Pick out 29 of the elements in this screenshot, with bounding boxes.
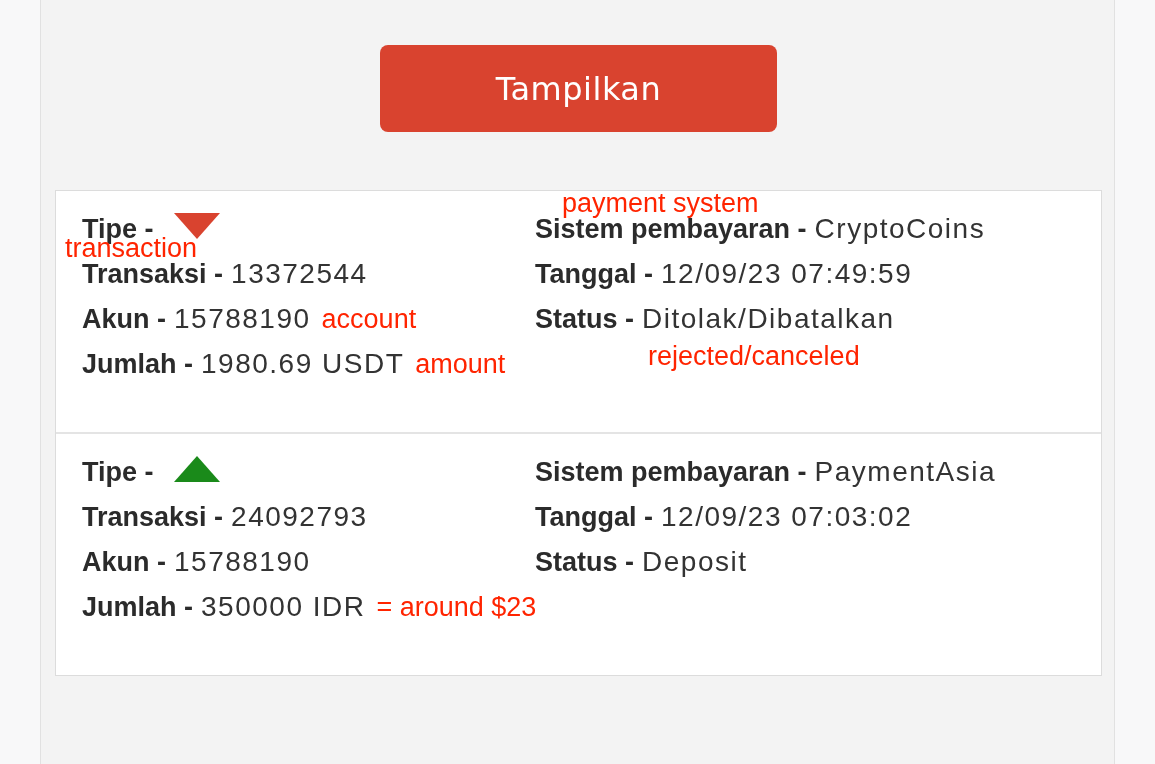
annotation-text: rejected/canceled: [648, 341, 860, 372]
field-value: CryptoCoins: [814, 213, 986, 246]
field-label: Transaksi -: [82, 258, 224, 290]
field-value: Deposit: [642, 546, 748, 579]
field-label: Status -: [535, 303, 634, 335]
field-value: 1980.69 USDT: [201, 348, 405, 381]
field-value: Ditolak/Dibatalkan: [642, 303, 895, 336]
field-label: Tanggal -: [535, 501, 653, 533]
field-label: Tipe -: [82, 456, 154, 488]
field-value: 12/09/23 07:49:59: [661, 258, 913, 291]
field-value: 24092793: [231, 501, 368, 534]
field-label: Sistem pembayaran -: [535, 456, 807, 488]
field-value: 15788190: [174, 546, 311, 579]
field-label: Akun -: [82, 303, 166, 335]
field-value: 15788190: [174, 303, 311, 336]
field-label: Status -: [535, 546, 634, 578]
field-label: Jumlah -: [82, 591, 194, 623]
annotation-text: account: [321, 304, 417, 335]
field-value: 12/09/23 07:03:02: [661, 501, 913, 534]
field-label: Jumlah -: [82, 348, 194, 380]
field-label: Akun -: [82, 546, 166, 578]
field-label: Tanggal -: [535, 258, 653, 290]
field-value: 13372544: [231, 258, 368, 291]
show-button[interactable]: Tampilkan: [380, 45, 777, 132]
field-value: 350000 IDR: [201, 591, 366, 624]
annotation-text: amount: [415, 349, 506, 380]
annotation-text: = around $23: [376, 592, 537, 623]
field-value: PaymentAsia: [814, 456, 997, 489]
field-label: Transaksi -: [82, 501, 224, 533]
